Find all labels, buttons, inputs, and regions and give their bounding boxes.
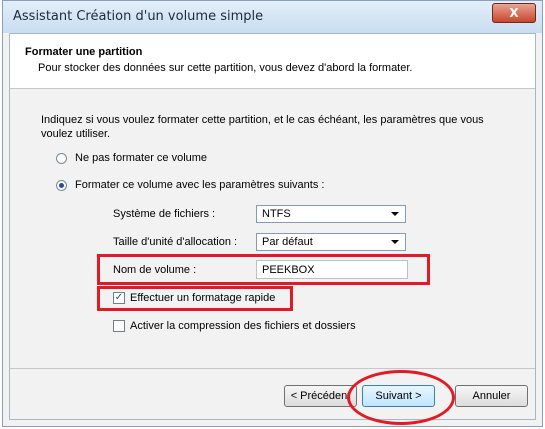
- wizard-window: Assistant Création d'un volume simple X …: [2, 0, 543, 427]
- radio-format-label: Formater ce volume avec les paramètres s…: [75, 179, 325, 191]
- wizard-header: Formater une partition Pour stocker des …: [10, 34, 535, 89]
- radio-no-format[interactable]: Ne pas formater ce volume: [56, 150, 207, 166]
- allocation-label: Taille d'unité d'allocation :: [113, 236, 238, 248]
- allocation-select[interactable]: Par défaut: [256, 233, 406, 251]
- footer-divider: [10, 368, 535, 369]
- radio-no-format-label: Ne pas formater ce volume: [75, 152, 208, 164]
- compression-checkbox[interactable]: Activer la compression des fichiers et d…: [113, 320, 356, 332]
- close-button[interactable]: X: [492, 3, 536, 23]
- empty-checkbox-icon[interactable]: [113, 320, 125, 332]
- volume-name-highlight: [97, 254, 430, 285]
- wizard-content: Indiquez si vous voulez formater cette p…: [10, 89, 535, 367]
- filesystem-select[interactable]: NTFS: [256, 205, 406, 223]
- radio-format[interactable]: Formater ce volume avec les paramètres s…: [56, 177, 324, 193]
- radio-format-circle[interactable]: [56, 179, 67, 191]
- filesystem-value: NTFS: [262, 208, 291, 220]
- window-title: Assistant Création d'un volume simple: [13, 9, 264, 24]
- quick-format-highlight: [97, 286, 293, 311]
- wizard-client: Formater une partition Pour stocker des …: [9, 33, 536, 425]
- intro-text: Indiquez si vous voulez formater cette p…: [41, 114, 484, 140]
- title-bar: Assistant Création d'un volume simple X: [3, 1, 542, 33]
- compression-label: Activer la compression des fichiers et d…: [130, 320, 356, 332]
- cancel-button[interactable]: Annuler: [455, 385, 528, 407]
- next-button-highlight: [347, 370, 455, 425]
- chevron-down-icon: [391, 212, 399, 216]
- page-title: Formater une partition: [25, 46, 143, 58]
- allocation-value: Par défaut: [262, 236, 313, 248]
- filesystem-label: Système de fichiers :: [113, 208, 216, 220]
- chevron-down-icon: [391, 240, 399, 244]
- page-subtitle: Pour stocker des données sur cette parti…: [38, 62, 413, 74]
- radio-no-format-circle[interactable]: [56, 152, 67, 164]
